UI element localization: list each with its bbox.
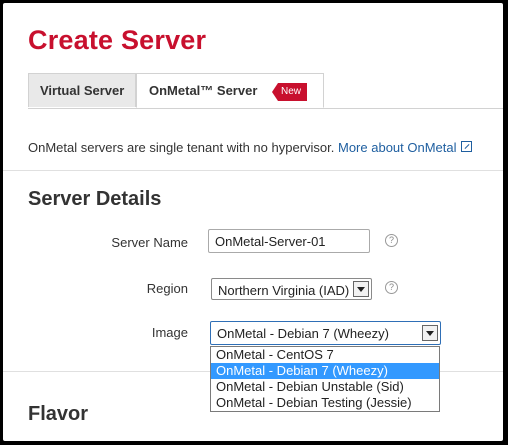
tab-onmetal-server[interactable]: OnMetal™ Server New bbox=[136, 73, 324, 108]
onmetal-description: OnMetal servers are single tenant with n… bbox=[28, 140, 472, 155]
image-select[interactable]: OnMetal - Debian 7 (Wheezy) bbox=[210, 321, 441, 345]
page-title: Create Server bbox=[28, 25, 207, 55]
tab-label: Virtual Server bbox=[40, 83, 125, 98]
tab-label: OnMetal™ Server bbox=[149, 83, 258, 98]
image-option[interactable]: OnMetal - Debian Unstable (Sid) bbox=[211, 379, 439, 395]
region-label: Region bbox=[146, 281, 188, 296]
more-about-onmetal-link[interactable]: More about OnMetal bbox=[338, 140, 472, 155]
region-select[interactable]: Northern Virginia (IAD) bbox=[211, 278, 372, 300]
image-option[interactable]: OnMetal - Debian Testing (Jessie) bbox=[211, 395, 439, 411]
image-options-list[interactable]: OnMetal - CentOS 7 OnMetal - Debian 7 (W… bbox=[210, 346, 440, 412]
server-name-input[interactable] bbox=[208, 229, 370, 253]
description-text: OnMetal servers are single tenant with n… bbox=[28, 140, 335, 155]
image-label: Image bbox=[151, 325, 188, 340]
server-type-tabs: Virtual Server OnMetal™ Server New bbox=[28, 73, 503, 109]
server-name-label: Server Name bbox=[111, 235, 188, 250]
external-link-icon bbox=[460, 141, 472, 152]
tab-virtual-server[interactable]: Virtual Server bbox=[28, 73, 136, 107]
server-details-heading: Server Details bbox=[28, 188, 162, 210]
create-server-page: Create Server Virtual Server OnMetal™ Se… bbox=[3, 3, 503, 441]
divider bbox=[3, 170, 503, 171]
region-value: Northern Virginia (IAD) bbox=[218, 283, 350, 298]
question-icon[interactable]: ? bbox=[385, 234, 398, 247]
flavor-heading: Flavor bbox=[28, 403, 89, 425]
chevron-down-icon[interactable] bbox=[422, 325, 438, 341]
new-badge: New bbox=[272, 83, 308, 101]
chevron-down-icon[interactable] bbox=[353, 281, 369, 297]
question-icon[interactable]: ? bbox=[385, 281, 398, 294]
image-option-selected[interactable]: OnMetal - Debian 7 (Wheezy) bbox=[211, 363, 439, 379]
image-value: OnMetal - Debian 7 (Wheezy) bbox=[217, 326, 389, 341]
image-option[interactable]: OnMetal - CentOS 7 bbox=[211, 347, 439, 363]
